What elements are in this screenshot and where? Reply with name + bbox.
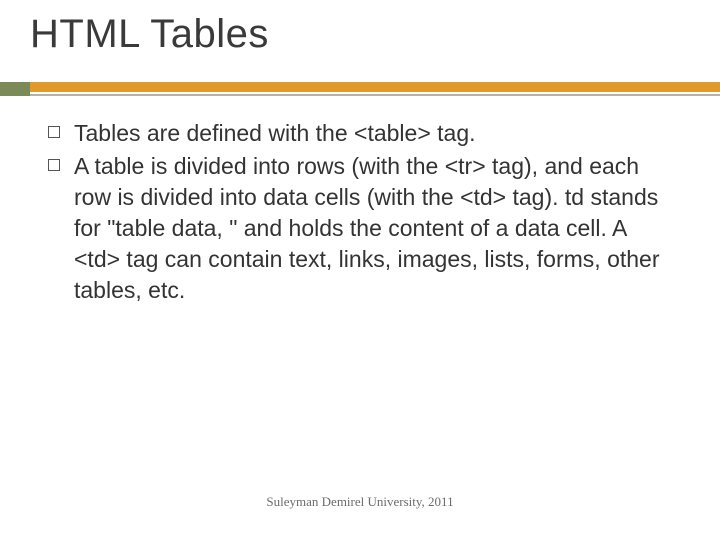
body-content: Tables are defined with the <table> tag.… (48, 118, 668, 308)
square-bullet-icon (48, 159, 60, 171)
divider-thick (0, 82, 720, 92)
list-item: A table is divided into rows (with the <… (48, 151, 668, 306)
footer-text: Suleyman Demirel University, 2011 (0, 494, 720, 510)
divider-thin (0, 94, 720, 96)
accent-block (0, 82, 30, 96)
slide-title: HTML Tables (30, 12, 269, 57)
slide: HTML Tables Tables are defined with the … (0, 0, 720, 540)
square-bullet-icon (48, 126, 60, 138)
list-item: Tables are defined with the <table> tag. (48, 118, 668, 149)
list-item-text: Tables are defined with the <table> tag. (74, 118, 668, 149)
divider (0, 82, 720, 96)
list-item-text: A table is divided into rows (with the <… (74, 151, 668, 306)
